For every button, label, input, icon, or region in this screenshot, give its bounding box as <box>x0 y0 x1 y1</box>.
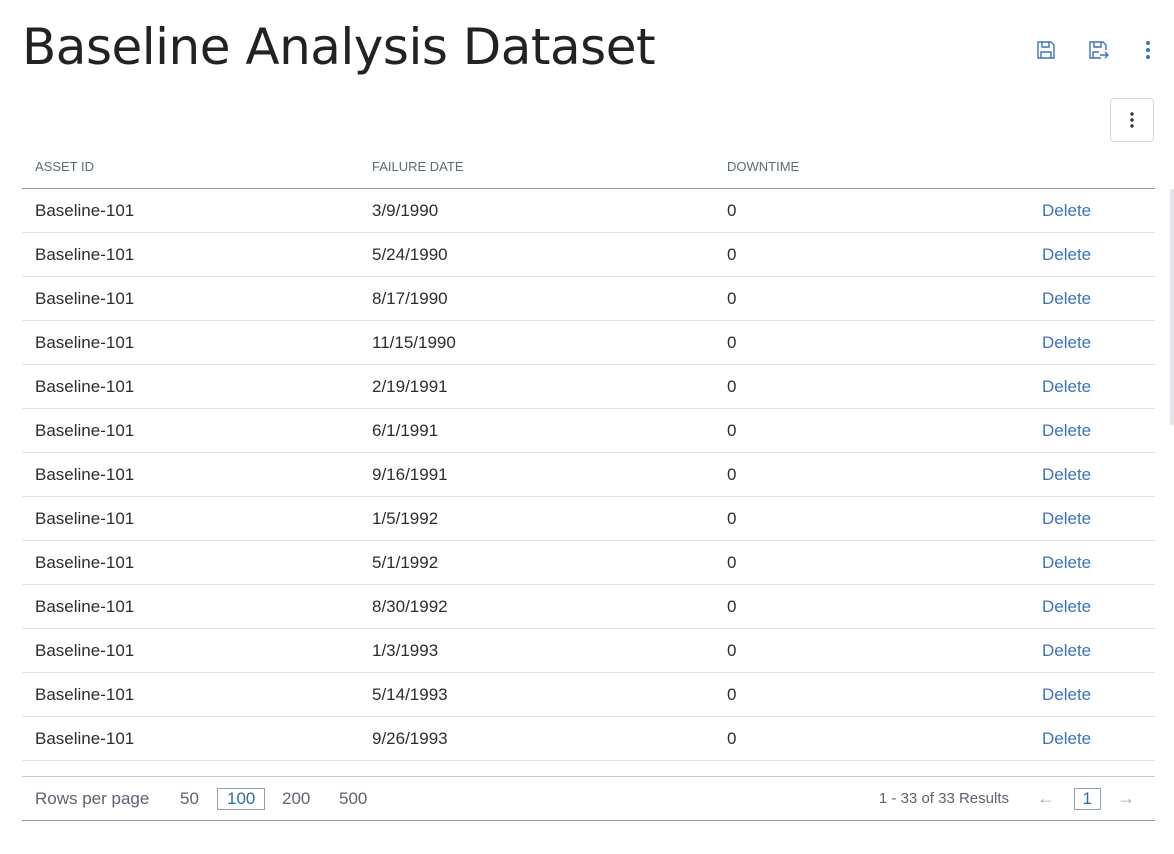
rows-per-page-label: Rows per page <box>35 788 150 808</box>
column-header-asset-id[interactable]: ASSET ID <box>35 159 94 174</box>
delete-link[interactable]: Delete <box>1042 421 1091 441</box>
failure-date-cell: 5/1/1992 <box>372 552 439 572</box>
downtime-cell: 0 <box>727 684 737 704</box>
grid-header: ASSET ID FAILURE DATE DOWNTIME <box>22 144 1155 189</box>
failure-date-cell: 2/19/1991 <box>372 376 448 396</box>
delete-link[interactable]: Delete <box>1042 245 1091 265</box>
table-row[interactable]: Baseline-101 1/5/1992 0 Delete <box>22 497 1155 541</box>
arrow-right-icon[interactable]: → <box>1117 788 1135 809</box>
arrow-left-icon[interactable]: ← <box>1037 788 1055 809</box>
delete-link[interactable]: Delete <box>1042 289 1091 309</box>
downtime-cell: 0 <box>727 596 737 616</box>
save-as-icon[interactable] <box>1084 36 1112 64</box>
downtime-cell: 0 <box>727 420 737 440</box>
page-toolbar <box>1008 36 1154 64</box>
table-row[interactable]: Baseline-101 8/17/1990 0 Delete <box>22 277 1155 321</box>
result-count: 1 - 33 of 33 Results <box>878 790 1009 807</box>
grid-scrollbar[interactable] <box>1170 189 1174 425</box>
failure-date-cell: 11/15/1990 <box>372 332 456 352</box>
downtime-cell: 0 <box>727 200 737 220</box>
asset-id-cell: Baseline-101 <box>35 640 135 660</box>
asset-id-cell: Baseline-101 <box>35 728 135 748</box>
failure-date-cell: 5/14/1993 <box>372 684 448 704</box>
delete-link[interactable]: Delete <box>1042 201 1091 221</box>
table-row[interactable]: Baseline-101 9/16/1991 0 Delete <box>22 453 1155 497</box>
failure-date-cell: 1/3/1993 <box>372 640 439 660</box>
delete-link[interactable]: Delete <box>1042 333 1091 353</box>
delete-link[interactable]: Delete <box>1042 509 1091 529</box>
failure-date-cell: 9/26/1993 <box>372 728 448 748</box>
save-icon[interactable] <box>1032 36 1060 64</box>
table-row[interactable]: Baseline-101 6/1/1991 0 Delete <box>22 409 1155 453</box>
downtime-cell: 0 <box>727 288 737 308</box>
delete-link[interactable]: Delete <box>1042 597 1091 617</box>
failure-date-cell: 9/16/1991 <box>372 464 448 484</box>
asset-id-cell: Baseline-101 <box>35 508 135 528</box>
delete-link[interactable]: Delete <box>1042 465 1091 485</box>
downtime-cell: 0 <box>727 508 737 528</box>
failure-date-cell: 3/9/1990 <box>372 200 439 220</box>
vertical-dots-icon <box>1130 112 1134 128</box>
rows-per-page-option-50[interactable]: 50 <box>180 789 199 809</box>
column-header-failure-date[interactable]: FAILURE DATE <box>372 159 464 174</box>
failure-date-cell: 6/1/1991 <box>372 420 439 440</box>
asset-id-cell: Baseline-101 <box>35 288 135 308</box>
asset-id-cell: Baseline-101 <box>35 376 135 396</box>
table-row[interactable]: Baseline-101 9/26/1993 0 Delete <box>22 717 1155 761</box>
table-row[interactable]: Baseline-101 5/24/1990 0 Delete <box>22 233 1155 277</box>
downtime-cell: 0 <box>727 728 737 748</box>
asset-id-cell: Baseline-101 <box>35 420 135 440</box>
page-number-button[interactable]: 1 <box>1073 787 1101 810</box>
downtime-cell: 0 <box>727 640 737 660</box>
asset-id-cell: Baseline-101 <box>35 464 135 484</box>
delete-link[interactable]: Delete <box>1042 685 1091 705</box>
grid-body[interactable]: Baseline-101 3/9/1990 0 Delete Baseline-101 5… <box>22 189 1155 777</box>
asset-id-cell: Baseline-101 <box>35 332 135 352</box>
rows-per-page-option-500[interactable]: 500 <box>339 789 367 809</box>
asset-id-cell: Baseline-101 <box>35 200 135 220</box>
delete-link[interactable]: Delete <box>1042 729 1091 749</box>
delete-link[interactable]: Delete <box>1042 377 1091 397</box>
downtime-cell: 0 <box>727 464 737 484</box>
table-row[interactable]: Baseline-101 1/3/1993 0 Delete <box>22 629 1155 673</box>
asset-id-cell: Baseline-101 <box>35 552 135 572</box>
asset-id-cell: Baseline-101 <box>35 684 135 704</box>
rows-per-page-option-100[interactable]: 100 <box>217 787 266 810</box>
table-row[interactable]: Baseline-101 11/15/1990 0 Delete <box>22 321 1155 365</box>
failure-date-cell: 5/24/1990 <box>372 244 448 264</box>
failure-date-cell: 8/30/1992 <box>372 596 448 616</box>
table-row[interactable]: Baseline-101 8/30/1992 0 Delete <box>22 585 1155 629</box>
failure-date-cell: 1/5/1992 <box>372 508 439 528</box>
delete-link[interactable]: Delete <box>1042 641 1091 661</box>
grid-options-button[interactable] <box>1110 98 1154 142</box>
column-header-downtime[interactable]: DOWNTIME <box>727 159 799 174</box>
table-row[interactable]: Baseline-101 5/14/1993 0 Delete <box>22 673 1155 717</box>
downtime-cell: 0 <box>727 376 737 396</box>
rows-per-page-option-200[interactable]: 200 <box>282 789 310 809</box>
table-row[interactable]: Baseline-1012/11/19940Delete <box>22 761 1155 777</box>
downtime-cell: 0 <box>727 552 737 572</box>
delete-link[interactable]: Delete <box>1042 553 1091 573</box>
asset-id-cell: Baseline-101 <box>35 244 135 264</box>
table-row[interactable]: Baseline-101 5/1/1992 0 Delete <box>22 541 1155 585</box>
page-title: Baseline Analysis Dataset <box>22 18 656 76</box>
failure-date-cell: 8/17/1990 <box>372 288 448 308</box>
asset-id-cell: Baseline-101 <box>35 596 135 616</box>
table-row[interactable]: Baseline-101 2/19/1991 0 Delete <box>22 365 1155 409</box>
more-options-icon[interactable] <box>1142 36 1154 64</box>
downtime-cell: 0 <box>727 244 737 264</box>
downtime-cell: 0 <box>727 332 737 352</box>
data-grid: ASSET ID FAILURE DATE DOWNTIME Baseline-… <box>22 144 1155 777</box>
table-row[interactable]: Baseline-101 3/9/1990 0 Delete <box>22 189 1155 233</box>
pager: Rows per page 50 100 200 500 1 - 33 of 3… <box>22 777 1155 821</box>
